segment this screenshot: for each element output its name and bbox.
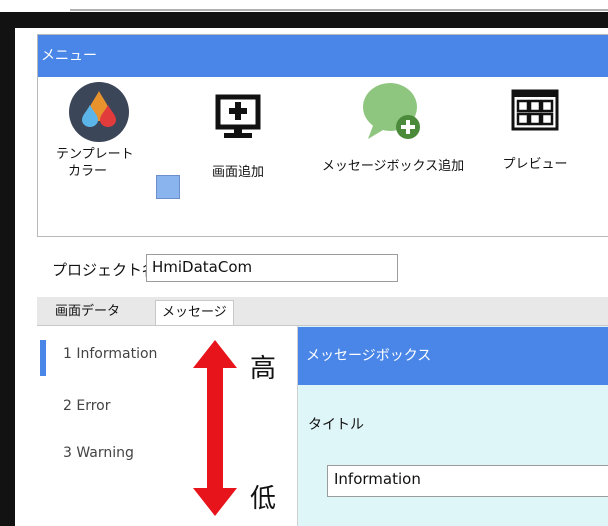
- tab-screen-data[interactable]: 画面データ: [49, 300, 126, 324]
- project-name-input[interactable]: HmiDataCom: [146, 254, 398, 282]
- template-color-label: テンプレート カラー: [56, 146, 156, 180]
- add-message-box-button[interactable]: メッセージボックス追加: [308, 77, 478, 174]
- template-color-swatch[interactable]: [156, 175, 180, 199]
- add-message-box-label: メッセージボックス追加: [321, 159, 465, 174]
- message-detail-pane: メッセージボックス タイトル Information: [298, 326, 608, 526]
- menu-panel: メニュー テンプレート カラー 画面追加 メッセージボックス追加 プレビュー: [37, 34, 608, 237]
- template-color-label-line2: カラー: [68, 164, 108, 179]
- template-color-button[interactable]: テンプレート カラー: [56, 77, 156, 180]
- preview-button[interactable]: プレビュー: [490, 77, 580, 172]
- title-input[interactable]: Information: [327, 465, 608, 497]
- preview-grid-icon: [511, 89, 559, 131]
- tab-messages[interactable]: メッセージ: [155, 300, 234, 325]
- template-color-label-line1: テンプレート: [56, 147, 134, 162]
- add-screen-label: 画面追加: [211, 165, 264, 180]
- add-screen-button[interactable]: 画面追加: [198, 77, 278, 180]
- color-drops-icon: [69, 82, 129, 142]
- low-priority-label: 低: [250, 484, 277, 514]
- list-item-information[interactable]: 1 Information: [63, 346, 157, 362]
- title-label: タイトル: [308, 417, 364, 433]
- preview-label: プレビュー: [502, 157, 568, 172]
- message-box-header: メッセージボックス: [298, 327, 608, 385]
- list-item-warning[interactable]: 3 Warning: [63, 445, 134, 461]
- tab-strip: 画面データ メッセージ: [37, 297, 608, 326]
- selection-indicator: [40, 340, 46, 376]
- add-screen-icon: [215, 94, 261, 138]
- top-edge-line: [70, 9, 608, 11]
- priority-double-arrow-icon: [193, 340, 237, 516]
- menu-header: メニュー: [38, 35, 608, 77]
- add-message-icon: [363, 83, 420, 139]
- list-item-error[interactable]: 2 Error: [63, 398, 110, 414]
- high-priority-label: 高: [250, 354, 277, 384]
- project-name-label: プロジェクト名: [52, 261, 158, 279]
